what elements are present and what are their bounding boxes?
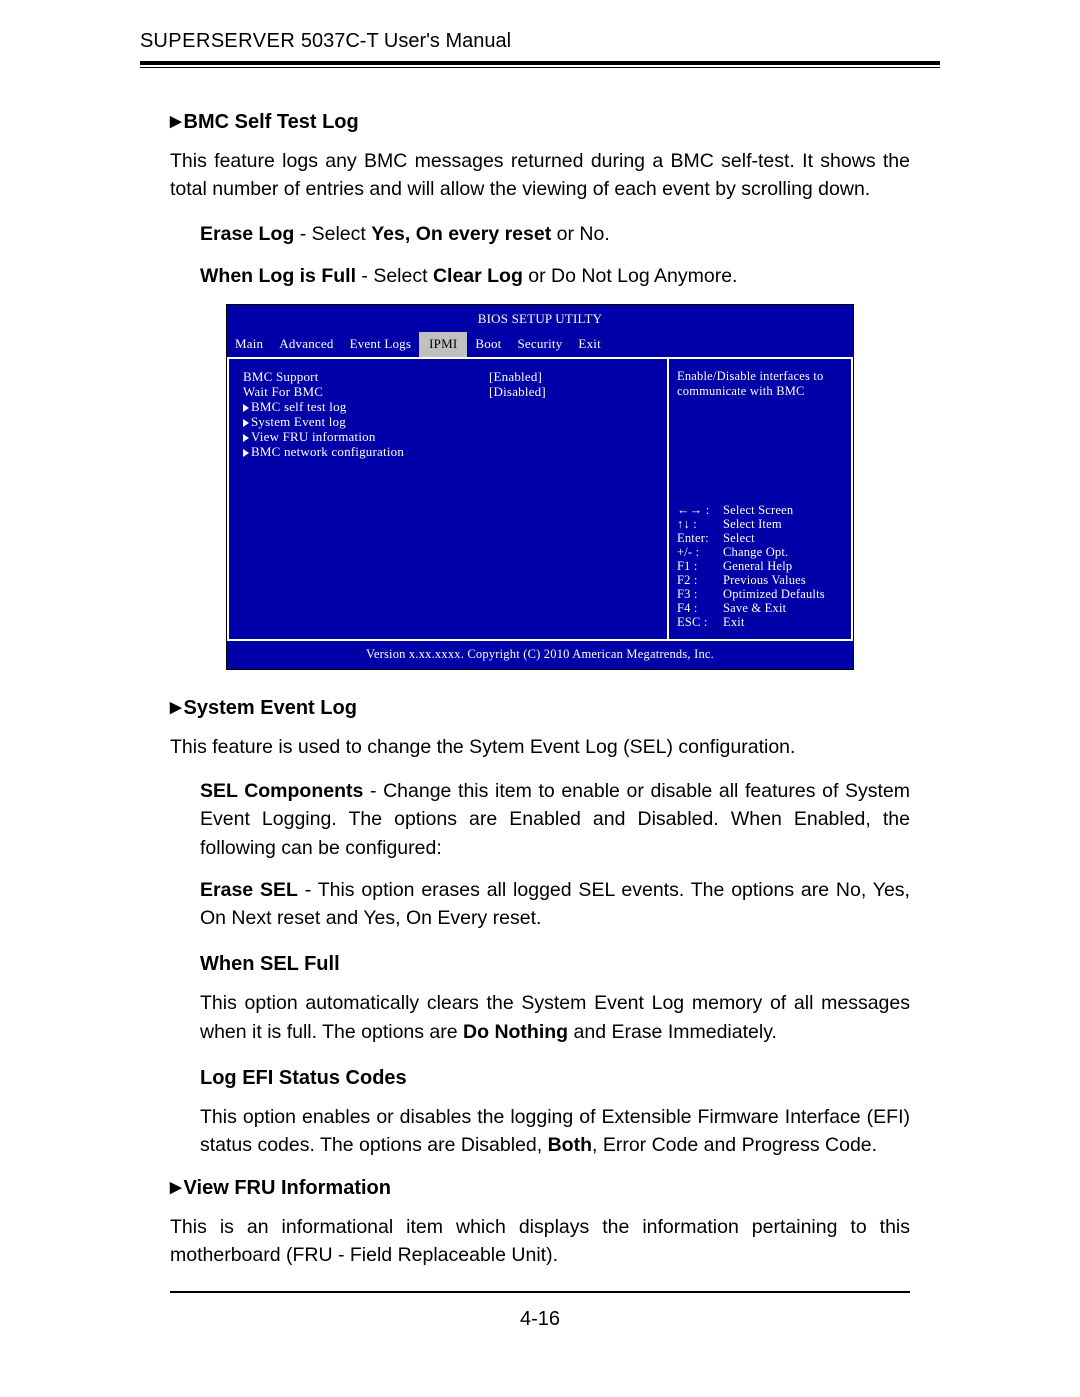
running-header: SUPERSERVER 5037C-T User's Manual bbox=[140, 30, 940, 57]
bios-key-help: ←→ :Select Screen ↑↓ :Select Item Enter:… bbox=[677, 503, 843, 629]
sel-desc: This feature is used to change the Sytem… bbox=[170, 733, 910, 761]
erase-sel-line: Erase SEL - This option erases all logge… bbox=[200, 876, 910, 933]
bios-tab-advanced[interactable]: Advanced bbox=[271, 332, 341, 357]
bios-tabs: Main Advanced Event Logs IPMI Boot Secur… bbox=[227, 332, 853, 357]
bios-tab-exit[interactable]: Exit bbox=[570, 332, 608, 357]
bios-tab-boot[interactable]: Boot bbox=[467, 332, 509, 357]
page-number: 4-16 bbox=[170, 1305, 910, 1334]
bmc-selftest-desc: This feature logs any BMC messages retur… bbox=[170, 147, 910, 204]
sel-components-line: SEL Components - Change this item to ena… bbox=[200, 777, 910, 862]
header-text: SUPERSERVER 5037C-T User's Manual bbox=[140, 30, 511, 52]
bios-tab-security[interactable]: Security bbox=[509, 332, 570, 357]
when-log-full-line: When Log is Full - Select Clear Log or D… bbox=[200, 262, 910, 290]
erase-log-line: Erase Log - Select Yes, On every reset o… bbox=[200, 220, 910, 248]
bios-item[interactable]: BMC Support bbox=[243, 369, 489, 384]
chevron-right-icon bbox=[243, 434, 249, 442]
bios-left-pane: BMC Support Wait For BMC BMC self test l… bbox=[227, 359, 669, 639]
bios-item[interactable]: BMC network configuration bbox=[243, 444, 489, 459]
bios-title: BIOS SETUP UTILTY bbox=[227, 305, 853, 332]
bios-item-value: [Enabled] bbox=[489, 369, 659, 384]
bios-item[interactable]: Wait For BMC bbox=[243, 384, 489, 399]
section-heading-bmc-selftest: ▶BMC Self Test Log bbox=[170, 108, 910, 137]
triangle-icon: ▶ bbox=[170, 699, 182, 716]
subheading-log-efi: Log EFI Status Codes bbox=[200, 1064, 910, 1093]
header-rule-thick bbox=[140, 61, 940, 65]
bios-item-value: [Disabled] bbox=[489, 384, 659, 399]
bios-item[interactable]: View FRU information bbox=[243, 429, 489, 444]
bios-tab-ipmi[interactable]: IPMI bbox=[419, 332, 467, 357]
bios-tab-eventlogs[interactable]: Event Logs bbox=[342, 332, 420, 357]
chevron-right-icon bbox=[243, 419, 249, 427]
bios-item-values: [Enabled] [Disabled] bbox=[489, 369, 659, 629]
triangle-icon: ▶ bbox=[170, 1179, 182, 1196]
fru-desc: This is an informational item which disp… bbox=[170, 1213, 910, 1270]
chevron-right-icon bbox=[243, 404, 249, 412]
subheading-when-sel-full: When SEL Full bbox=[200, 950, 910, 979]
log-efi-desc: This option enables or disables the logg… bbox=[200, 1103, 910, 1160]
bios-item-labels: BMC Support Wait For BMC BMC self test l… bbox=[243, 369, 489, 629]
bios-footer: Version x.xx.xxxx. Copyright (C) 2010 Am… bbox=[227, 641, 853, 669]
bios-help-text: Enable/Disable interfaces to communicate… bbox=[677, 369, 843, 399]
bios-tab-main[interactable]: Main bbox=[227, 332, 271, 357]
bios-right-pane: Enable/Disable interfaces to communicate… bbox=[669, 359, 853, 639]
bios-item[interactable]: System Event log bbox=[243, 414, 489, 429]
section-heading-fru: ▶View FRU Information bbox=[170, 1174, 910, 1203]
section-heading-sel: ▶System Event Log bbox=[170, 694, 910, 723]
bios-screenshot: BIOS SETUP UTILTY Main Advanced Event Lo… bbox=[226, 304, 854, 670]
when-sel-full-desc: This option automatically clears the Sys… bbox=[200, 989, 910, 1046]
footer-rule bbox=[170, 1291, 910, 1293]
bios-item[interactable]: BMC self test log bbox=[243, 399, 489, 414]
triangle-icon: ▶ bbox=[170, 113, 182, 130]
chevron-right-icon bbox=[243, 449, 249, 457]
page-content: ▶BMC Self Test Log This feature logs any… bbox=[140, 68, 940, 1334]
